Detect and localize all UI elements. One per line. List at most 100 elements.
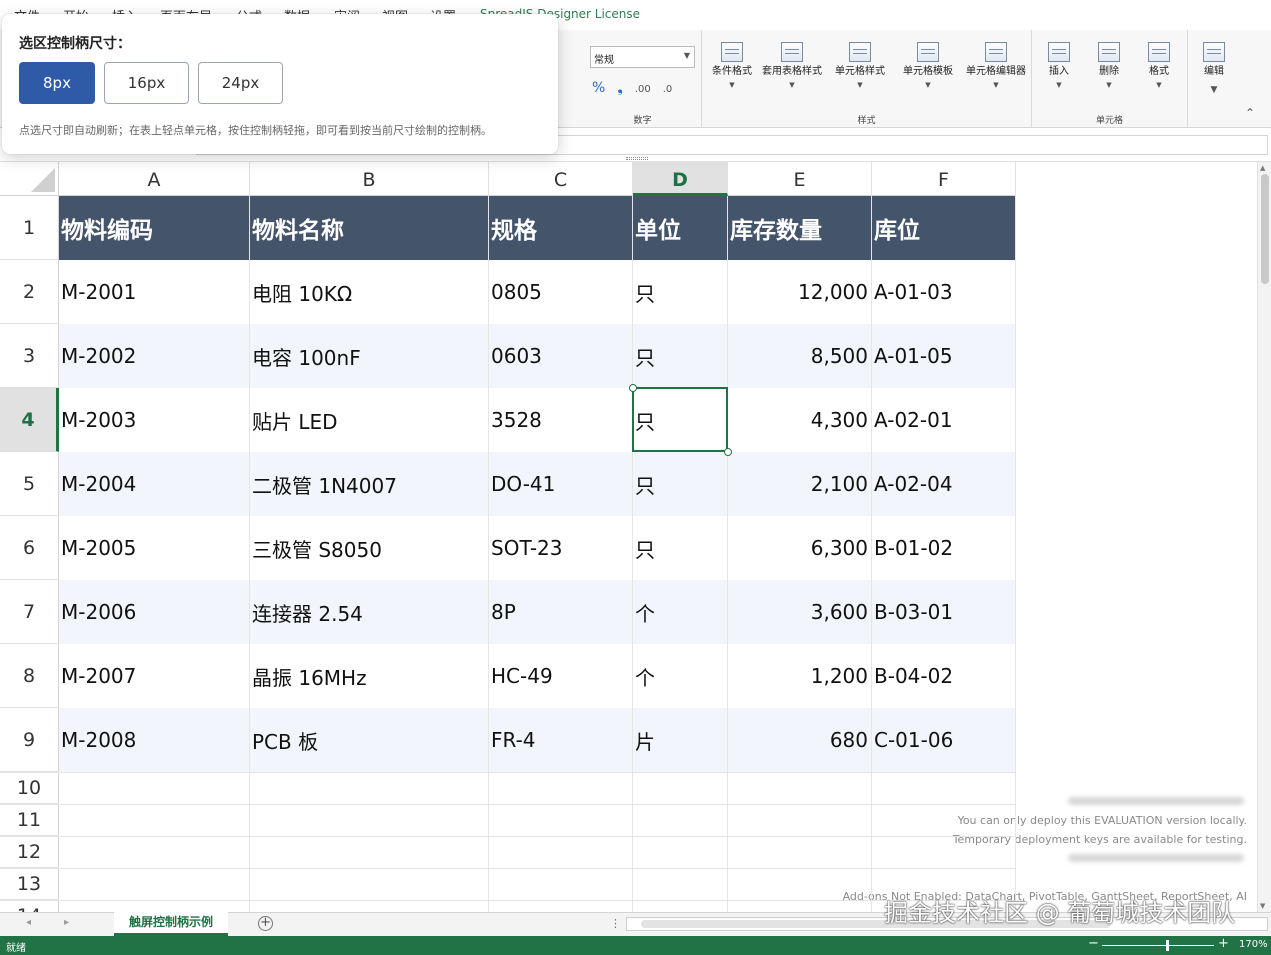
- column-header-d[interactable]: D: [633, 162, 728, 196]
- table-cell[interactable]: A-01-03: [872, 260, 1016, 324]
- table-cell[interactable]: M-2002: [59, 324, 250, 388]
- row-header-9[interactable]: 9: [0, 708, 59, 772]
- table-cell[interactable]: 电阻 10KΩ: [250, 260, 489, 324]
- table-cell[interactable]: M-2005: [59, 516, 250, 580]
- table-cell[interactable]: M-2007: [59, 644, 250, 708]
- row-header-7[interactable]: 7: [0, 580, 59, 644]
- table-cell[interactable]: C-01-06: [872, 708, 1016, 772]
- table-cell[interactable]: A-02-04: [872, 452, 1016, 516]
- table-cell[interactable]: 1,200: [728, 644, 872, 708]
- table-cell[interactable]: A-02-01: [872, 388, 1016, 452]
- increase-decimal-icon[interactable]: .00: [635, 84, 651, 95]
- table-cell[interactable]: 3528: [489, 388, 633, 452]
- cell-style-button[interactable]: 单元格样式 ▼: [830, 42, 890, 91]
- table-cell[interactable]: M-2003: [59, 388, 250, 452]
- table-cell[interactable]: 贴片 LED: [250, 388, 489, 452]
- column-header-a[interactable]: A: [59, 162, 250, 196]
- table-cell[interactable]: 只: [633, 452, 728, 516]
- edit-button[interactable]: 编辑 ▼: [1194, 42, 1234, 96]
- row-header-13[interactable]: 13: [0, 868, 59, 900]
- size-24px-button[interactable]: 24px: [198, 62, 283, 104]
- zoom-out-icon[interactable]: −: [1088, 936, 1099, 951]
- column-header-c[interactable]: C: [489, 162, 633, 196]
- table-cell[interactable]: 二极管 1N4007: [250, 452, 489, 516]
- table-cell[interactable]: 680: [728, 708, 872, 772]
- zoom-slider[interactable]: [1102, 945, 1214, 946]
- selection-handle-top-left[interactable]: [629, 384, 637, 392]
- cell-editor-button[interactable]: 单元格编辑器 ▼: [966, 42, 1026, 91]
- table-cell[interactable]: A-01-05: [872, 324, 1016, 388]
- table-cell[interactable]: M-2008: [59, 708, 250, 772]
- table-cell[interactable]: 个: [633, 580, 728, 644]
- table-cell[interactable]: 0603: [489, 324, 633, 388]
- row-header-2[interactable]: 2: [0, 260, 59, 324]
- table-cell[interactable]: 6,300: [728, 516, 872, 580]
- row-header-8[interactable]: 8: [0, 644, 59, 708]
- tab-splitter-icon[interactable]: ⋮: [610, 917, 621, 930]
- zoom-level[interactable]: 170%: [1239, 939, 1268, 950]
- spreadsheet-grid[interactable]: ▲ ▼ You can only deploy this EVALUATION …: [0, 162, 1271, 912]
- header-cell[interactable]: 物料名称: [250, 196, 489, 260]
- table-cell[interactable]: 只: [633, 324, 728, 388]
- sheet-tab-active[interactable]: 触屏控制柄示例: [114, 912, 228, 936]
- table-cell[interactable]: B-04-02: [872, 644, 1016, 708]
- row-header-11[interactable]: 11: [0, 804, 59, 836]
- tab-next-icon[interactable]: ▸: [64, 917, 69, 928]
- table-cell[interactable]: 个: [633, 644, 728, 708]
- delete-cells-button[interactable]: 删除 ▼: [1088, 42, 1130, 91]
- collapse-ribbon-icon[interactable]: ⌃: [1245, 106, 1255, 120]
- header-cell[interactable]: 规格: [489, 196, 633, 260]
- cell-template-button[interactable]: 单元格模板 ▼: [898, 42, 958, 91]
- table-cell[interactable]: 连接器 2.54: [250, 580, 489, 644]
- row-header-6[interactable]: 6: [0, 516, 59, 580]
- header-cell[interactable]: 库位: [872, 196, 1016, 260]
- number-format-select[interactable]: 常规 ▼: [590, 46, 695, 68]
- row-header-14[interactable]: 14: [0, 900, 59, 912]
- table-cell[interactable]: HC-49: [489, 644, 633, 708]
- vertical-scroll-thumb[interactable]: [1261, 174, 1269, 284]
- add-sheet-icon[interactable]: +: [258, 916, 273, 931]
- resize-grip-icon[interactable]: [626, 157, 648, 160]
- header-cell[interactable]: 单位: [633, 196, 728, 260]
- vertical-scrollbar[interactable]: ▲ ▼: [1257, 162, 1271, 912]
- zoom-in-icon[interactable]: +: [1218, 936, 1229, 951]
- table-cell[interactable]: 片: [633, 708, 728, 772]
- table-cell[interactable]: SOT-23: [489, 516, 633, 580]
- table-cell[interactable]: 三极管 S8050: [250, 516, 489, 580]
- column-header-f[interactable]: F: [872, 162, 1016, 196]
- table-cell[interactable]: 4,300: [728, 388, 872, 452]
- header-cell[interactable]: 库存数量: [728, 196, 872, 260]
- row-header-12[interactable]: 12: [0, 836, 59, 868]
- insert-cells-button[interactable]: 插入 ▼: [1038, 42, 1080, 91]
- table-cell[interactable]: 12,000: [728, 260, 872, 324]
- table-cell[interactable]: PCB 板: [250, 708, 489, 772]
- size-8px-button[interactable]: 8px: [19, 62, 95, 104]
- table-cell[interactable]: FR-4: [489, 708, 633, 772]
- scroll-down-icon[interactable]: ▼: [1260, 902, 1265, 910]
- zoom-slider-knob[interactable]: [1166, 940, 1169, 951]
- table-cell[interactable]: 0805: [489, 260, 633, 324]
- table-cell[interactable]: 电容 100nF: [250, 324, 489, 388]
- table-cell[interactable]: B-01-02: [872, 516, 1016, 580]
- table-cell[interactable]: M-2006: [59, 580, 250, 644]
- row-header-5[interactable]: 5: [0, 452, 59, 516]
- format-cells-button[interactable]: 格式 ▼: [1138, 42, 1180, 91]
- tab-prev-icon[interactable]: ◂: [26, 917, 31, 928]
- decrease-decimal-icon[interactable]: .0: [663, 84, 673, 95]
- conditional-format-button[interactable]: 条件格式 ▼: [706, 42, 758, 91]
- percent-icon[interactable]: %: [592, 80, 605, 96]
- header-cell[interactable]: 物料编码: [59, 196, 250, 260]
- table-cell[interactable]: M-2004: [59, 452, 250, 516]
- size-16px-button[interactable]: 16px: [104, 62, 189, 104]
- table-cell[interactable]: 8P: [489, 580, 633, 644]
- table-format-button[interactable]: 套用表格样式 ▼: [762, 42, 822, 91]
- row-header-4[interactable]: 4: [0, 388, 59, 452]
- table-cell[interactable]: DO-41: [489, 452, 633, 516]
- select-all-corner[interactable]: [0, 162, 59, 196]
- table-cell[interactable]: B-03-01: [872, 580, 1016, 644]
- column-header-e[interactable]: E: [728, 162, 872, 196]
- table-cell[interactable]: 只: [633, 260, 728, 324]
- table-cell[interactable]: 8,500: [728, 324, 872, 388]
- comma-style-icon[interactable]: ❟: [617, 80, 623, 96]
- table-cell[interactable]: 3,600: [728, 580, 872, 644]
